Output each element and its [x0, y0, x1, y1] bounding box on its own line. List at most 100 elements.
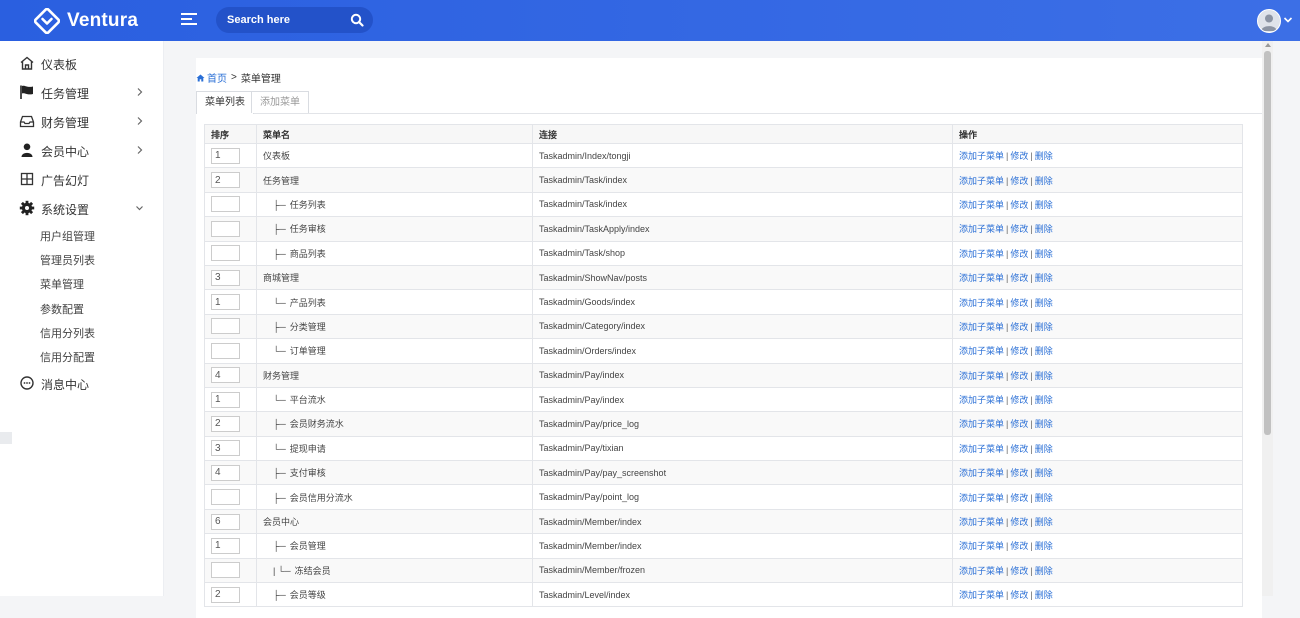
delete-link[interactable]: 删除 [1035, 200, 1053, 210]
delete-link[interactable]: 删除 [1035, 419, 1053, 429]
add-submenu-link[interactable]: 添加子菜单 [959, 249, 1004, 259]
add-submenu-link[interactable]: 添加子菜单 [959, 298, 1004, 308]
search-icon[interactable] [350, 13, 364, 27]
breadcrumb-home[interactable]: 首页 [196, 70, 227, 85]
sidebar-item-settings[interactable]: 系统设置 [0, 194, 163, 222]
sort-order-input[interactable] [211, 294, 240, 311]
edit-link[interactable]: 修改 [1010, 273, 1028, 283]
edit-link[interactable]: 修改 [1010, 371, 1028, 381]
add-submenu-link[interactable]: 添加子菜单 [959, 151, 1004, 161]
add-submenu-link[interactable]: 添加子菜单 [959, 273, 1004, 283]
delete-link[interactable]: 删除 [1035, 273, 1053, 283]
delete-link[interactable]: 删除 [1035, 346, 1053, 356]
add-submenu-link[interactable]: 添加子菜单 [959, 493, 1004, 503]
sidebar-subitem-params[interactable]: 参数配置 [40, 301, 84, 317]
delete-link[interactable]: 删除 [1035, 249, 1053, 259]
delete-link[interactable]: 删除 [1035, 224, 1053, 234]
sidebar-item-finance[interactable]: 财务管理 [0, 107, 163, 135]
edit-link[interactable]: 修改 [1010, 151, 1028, 161]
sort-order-input[interactable] [211, 318, 240, 335]
add-submenu-link[interactable]: 添加子菜单 [959, 517, 1004, 527]
sidebar-item-dashboard[interactable]: 仪表板 [0, 49, 163, 77]
sort-order-input[interactable] [211, 269, 240, 286]
add-submenu-link[interactable]: 添加子菜单 [959, 566, 1004, 576]
add-submenu-link[interactable]: 添加子菜单 [959, 541, 1004, 551]
edit-link[interactable]: 修改 [1010, 249, 1028, 259]
sort-order-input[interactable] [211, 489, 240, 506]
add-submenu-link[interactable]: 添加子菜单 [959, 419, 1004, 429]
edit-link[interactable]: 修改 [1010, 541, 1028, 551]
edit-link[interactable]: 修改 [1010, 493, 1028, 503]
sidebar-item-messages[interactable]: 消息中心 [0, 369, 163, 397]
sort-order-input[interactable] [211, 562, 240, 579]
sort-order-input[interactable] [211, 147, 240, 164]
sidebar-item-tasks[interactable]: 任务管理 [0, 78, 163, 106]
tab-add-menu[interactable]: 添加菜单 [251, 91, 309, 113]
add-submenu-link[interactable]: 添加子菜单 [959, 200, 1004, 210]
sort-order-input[interactable] [211, 537, 240, 554]
edit-link[interactable]: 修改 [1010, 395, 1028, 405]
delete-link[interactable]: 删除 [1035, 541, 1053, 551]
scroll-up-arrow-icon[interactable] [1265, 43, 1271, 47]
search-input[interactable] [227, 11, 347, 29]
edit-link[interactable]: 修改 [1010, 200, 1028, 210]
edit-link[interactable]: 修改 [1010, 444, 1028, 454]
avatar[interactable] [1257, 9, 1281, 33]
add-submenu-link[interactable]: 添加子菜单 [959, 468, 1004, 478]
add-submenu-link[interactable]: 添加子菜单 [959, 224, 1004, 234]
add-submenu-link[interactable]: 添加子菜单 [959, 444, 1004, 454]
delete-link[interactable]: 删除 [1035, 566, 1053, 576]
add-submenu-link[interactable]: 添加子菜单 [959, 395, 1004, 405]
add-submenu-link[interactable]: 添加子菜单 [959, 322, 1004, 332]
page-scrollbar[interactable] [1262, 41, 1273, 596]
sort-order-input[interactable] [211, 367, 240, 384]
sidebar-subitem-user-groups[interactable]: 用户组管理 [40, 228, 95, 244]
edit-link[interactable]: 修改 [1010, 346, 1028, 356]
sidebar-subitem-credit-config[interactable]: 信用分配置 [40, 349, 95, 365]
edit-link[interactable]: 修改 [1010, 566, 1028, 576]
edit-link[interactable]: 修改 [1010, 590, 1028, 600]
delete-link[interactable]: 删除 [1035, 322, 1053, 332]
delete-link[interactable]: 删除 [1035, 151, 1053, 161]
sidebar-subitem-menus[interactable]: 菜单管理 [40, 276, 84, 292]
sidebar-item-members[interactable]: 会员中心 [0, 136, 163, 164]
add-submenu-link[interactable]: 添加子菜单 [959, 176, 1004, 186]
delete-link[interactable]: 删除 [1035, 395, 1053, 405]
edit-link[interactable]: 修改 [1010, 176, 1028, 186]
sort-order-input[interactable] [211, 415, 240, 432]
sidebar-subitem-credit-list[interactable]: 信用分列表 [40, 325, 95, 341]
sort-order-input[interactable] [211, 464, 240, 481]
sort-order-input[interactable] [211, 220, 240, 237]
sort-order-input[interactable] [211, 586, 240, 603]
edit-link[interactable]: 修改 [1010, 224, 1028, 234]
chevron-down-icon[interactable] [1283, 16, 1293, 24]
sort-order-input[interactable] [211, 513, 240, 530]
add-submenu-link[interactable]: 添加子菜单 [959, 590, 1004, 600]
sidebar-collapse-handle[interactable] [0, 432, 12, 444]
sidebar-subitem-admins[interactable]: 管理员列表 [40, 252, 95, 268]
sort-order-input[interactable] [211, 391, 240, 408]
sort-order-input[interactable] [211, 172, 240, 189]
delete-link[interactable]: 删除 [1035, 493, 1053, 503]
sort-order-input[interactable] [211, 245, 240, 262]
edit-link[interactable]: 修改 [1010, 322, 1028, 332]
scrollbar-thumb[interactable] [1264, 51, 1271, 435]
tab-menu-list[interactable]: 菜单列表 [196, 91, 254, 114]
delete-link[interactable]: 删除 [1035, 176, 1053, 186]
edit-link[interactable]: 修改 [1010, 517, 1028, 527]
sort-order-input[interactable] [211, 196, 240, 213]
delete-link[interactable]: 删除 [1035, 590, 1053, 600]
edit-link[interactable]: 修改 [1010, 298, 1028, 308]
sort-order-input[interactable] [211, 342, 240, 359]
delete-link[interactable]: 删除 [1035, 444, 1053, 454]
sidebar-item-ads[interactable]: 广告幻灯 [0, 165, 163, 193]
delete-link[interactable]: 删除 [1035, 517, 1053, 527]
edit-link[interactable]: 修改 [1010, 419, 1028, 429]
sort-order-input[interactable] [211, 440, 240, 457]
edit-link[interactable]: 修改 [1010, 468, 1028, 478]
brand-logo[interactable]: Ventura [34, 7, 138, 35]
add-submenu-link[interactable]: 添加子菜单 [959, 371, 1004, 381]
delete-link[interactable]: 删除 [1035, 298, 1053, 308]
delete-link[interactable]: 删除 [1035, 468, 1053, 478]
menu-toggle-icon[interactable] [181, 13, 197, 27]
